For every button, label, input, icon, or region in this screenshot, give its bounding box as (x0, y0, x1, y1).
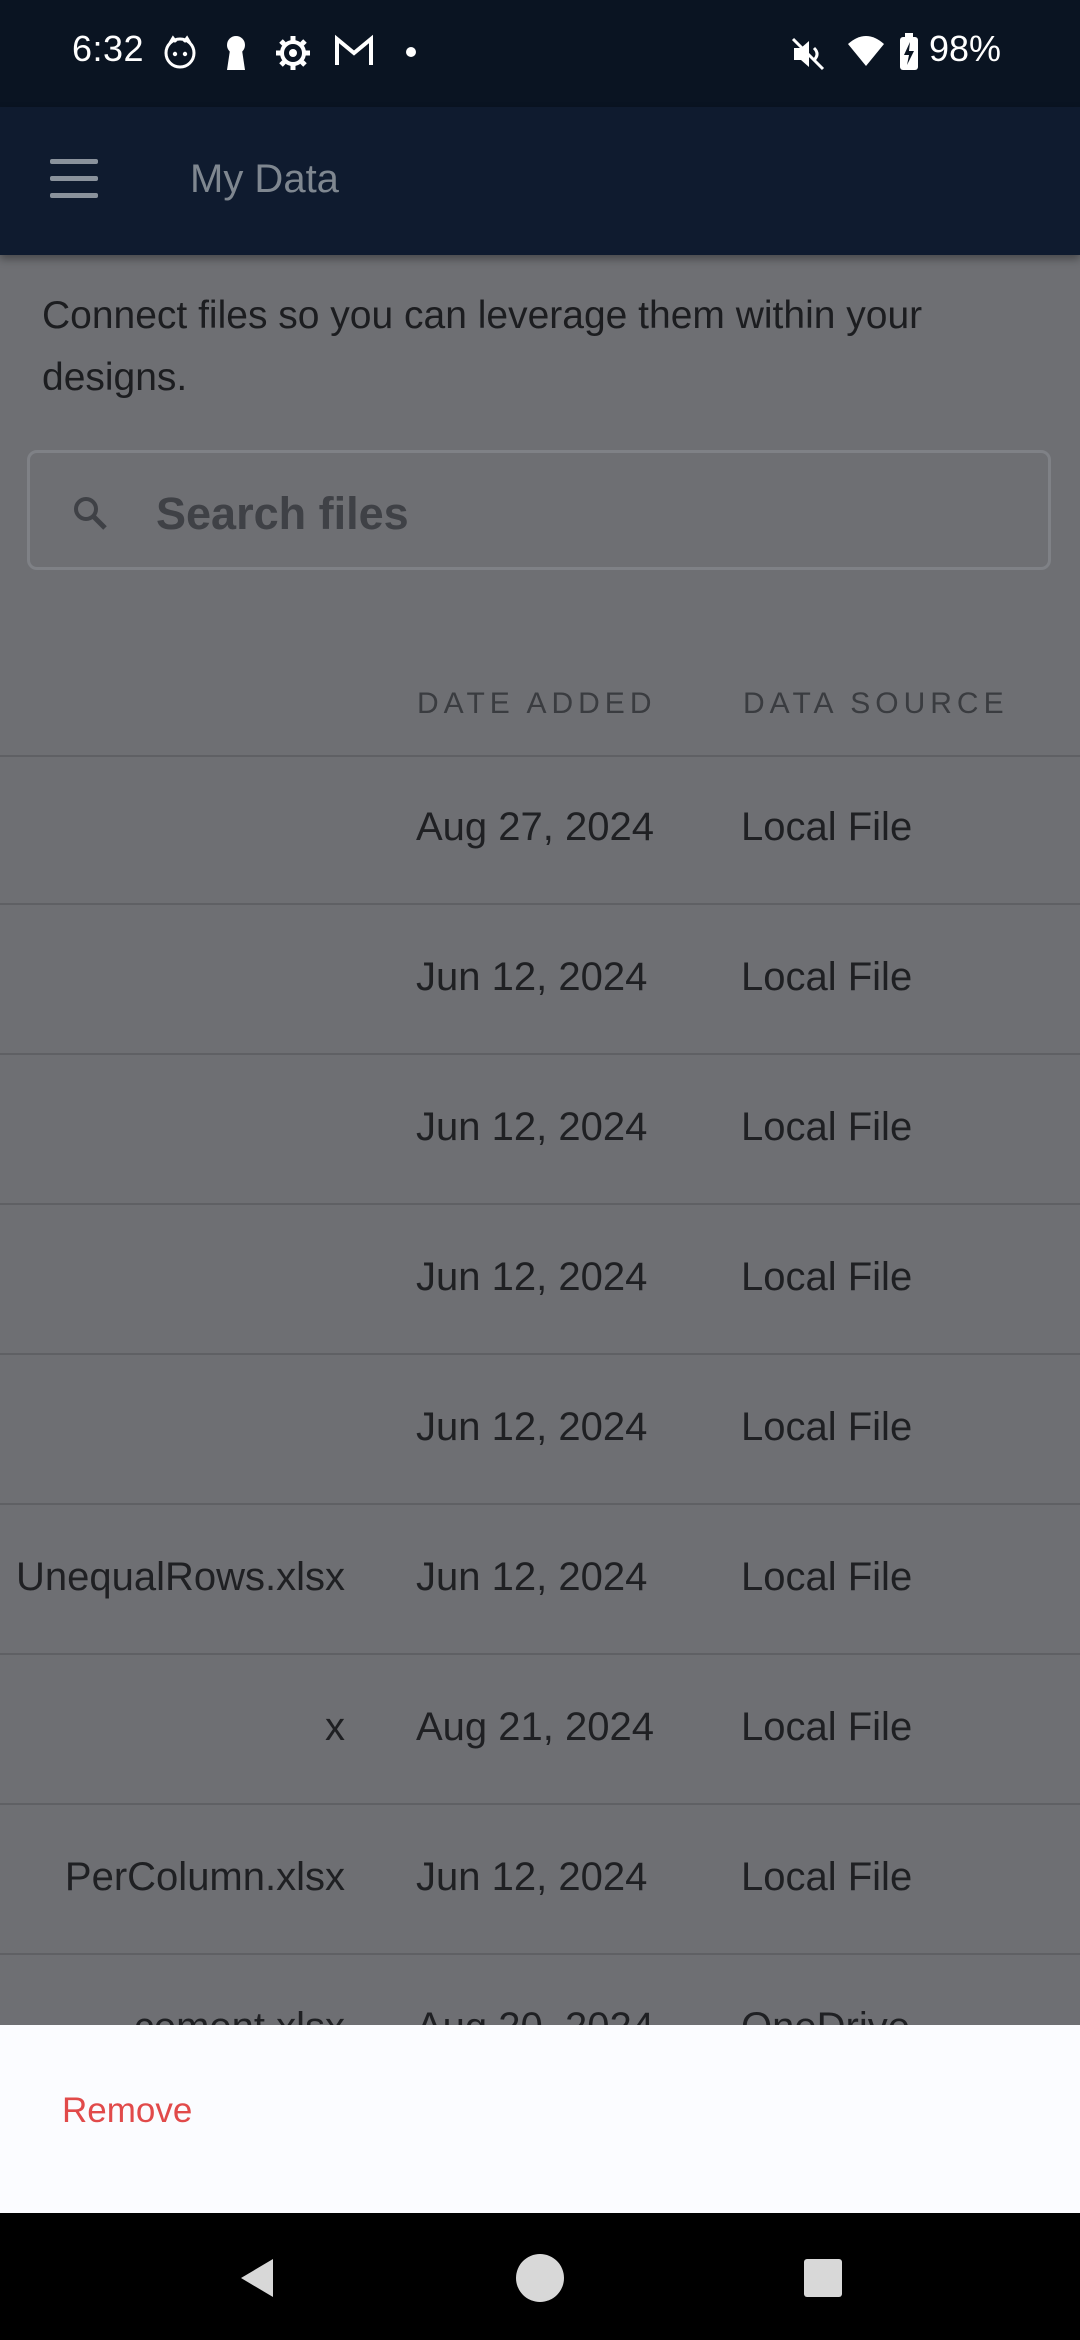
settings-icon (276, 36, 310, 70)
back-icon[interactable] (233, 2253, 283, 2303)
data-source: Local File (741, 1105, 913, 1149)
table-row[interactable]: Jun 12, 2024 Local File (0, 1055, 1080, 1205)
wifi-icon (848, 36, 884, 66)
date-added: Jun 12, 2024 (416, 1555, 648, 1599)
column-header-data-source[interactable]: DATA SOURCE (743, 687, 1009, 721)
table-row[interactable]: UnequalRows.xlsx Jun 12, 2024 Local File (0, 1505, 1080, 1655)
data-source: Local File (741, 1555, 913, 1599)
search-input[interactable] (154, 483, 1018, 545)
table-row[interactable]: x Aug 21, 2024 Local File (0, 1655, 1080, 1805)
search-icon (74, 497, 107, 530)
table-row[interactable]: Jun 12, 2024 Local File (0, 1205, 1080, 1355)
search-box[interactable] (27, 450, 1051, 570)
navigation-bar (0, 2213, 1080, 2340)
home-icon[interactable] (515, 2253, 565, 2303)
status-bar: 6:32 98% (0, 0, 1080, 107)
table-row[interactable]: Aug 27, 2024 Local File (0, 755, 1080, 905)
table-row[interactable]: Jun 12, 2024 Local File (0, 1355, 1080, 1505)
remove-button[interactable]: Remove (62, 2091, 192, 2131)
table-header: DATE ADDED DATA SOURCE (0, 655, 1080, 757)
date-added: Jun 12, 2024 (416, 1105, 648, 1149)
date-added: Jun 12, 2024 (416, 1855, 648, 1899)
data-source: Local File (741, 1405, 913, 1449)
file-name: x (325, 1705, 345, 1749)
date-added: Jun 12, 2024 (416, 955, 648, 999)
gmail-icon (335, 34, 373, 65)
data-source: Local File (741, 1255, 913, 1299)
table-row[interactable]: Jun 12, 2024 Local File (0, 905, 1080, 1055)
file-name: UnequalRows.xlsx (15, 1555, 345, 1599)
recents-icon[interactable] (798, 2253, 848, 2303)
data-source: Local File (741, 805, 913, 849)
file-name: PerColumn.xlsx (64, 1855, 345, 1899)
date-added: Jun 12, 2024 (416, 1255, 648, 1299)
date-added: Aug 27, 2024 (416, 805, 654, 849)
cat-icon (164, 35, 196, 69)
column-header-date-added[interactable]: DATE ADDED (417, 687, 656, 721)
bottom-sheet: Remove (0, 2025, 1080, 2213)
main-content: Connect files so you can leverage them w… (0, 255, 1080, 2105)
intro-text: Connect files so you can leverage them w… (42, 294, 923, 399)
status-time: 6:32 (72, 28, 145, 69)
data-source: Local File (741, 955, 913, 999)
date-added: Aug 21, 2024 (416, 1705, 654, 1749)
mute-icon (791, 37, 825, 71)
data-source: Local File (741, 1855, 913, 1899)
dot-icon (406, 47, 416, 57)
page-title: My Data (190, 157, 339, 201)
app-bar: My Data (0, 107, 1080, 255)
battery-charging-icon (900, 33, 918, 70)
data-source: Local File (741, 1705, 913, 1749)
file-table: Aug 27, 2024 Local File Jun 12, 2024 Loc… (0, 755, 1080, 2105)
table-row[interactable]: PerColumn.xlsx Jun 12, 2024 Local File (0, 1805, 1080, 1955)
keyhole-icon (227, 36, 245, 70)
hamburger-icon[interactable] (50, 159, 98, 201)
battery-percentage: 98% (929, 28, 1002, 69)
date-added: Jun 12, 2024 (416, 1405, 648, 1449)
